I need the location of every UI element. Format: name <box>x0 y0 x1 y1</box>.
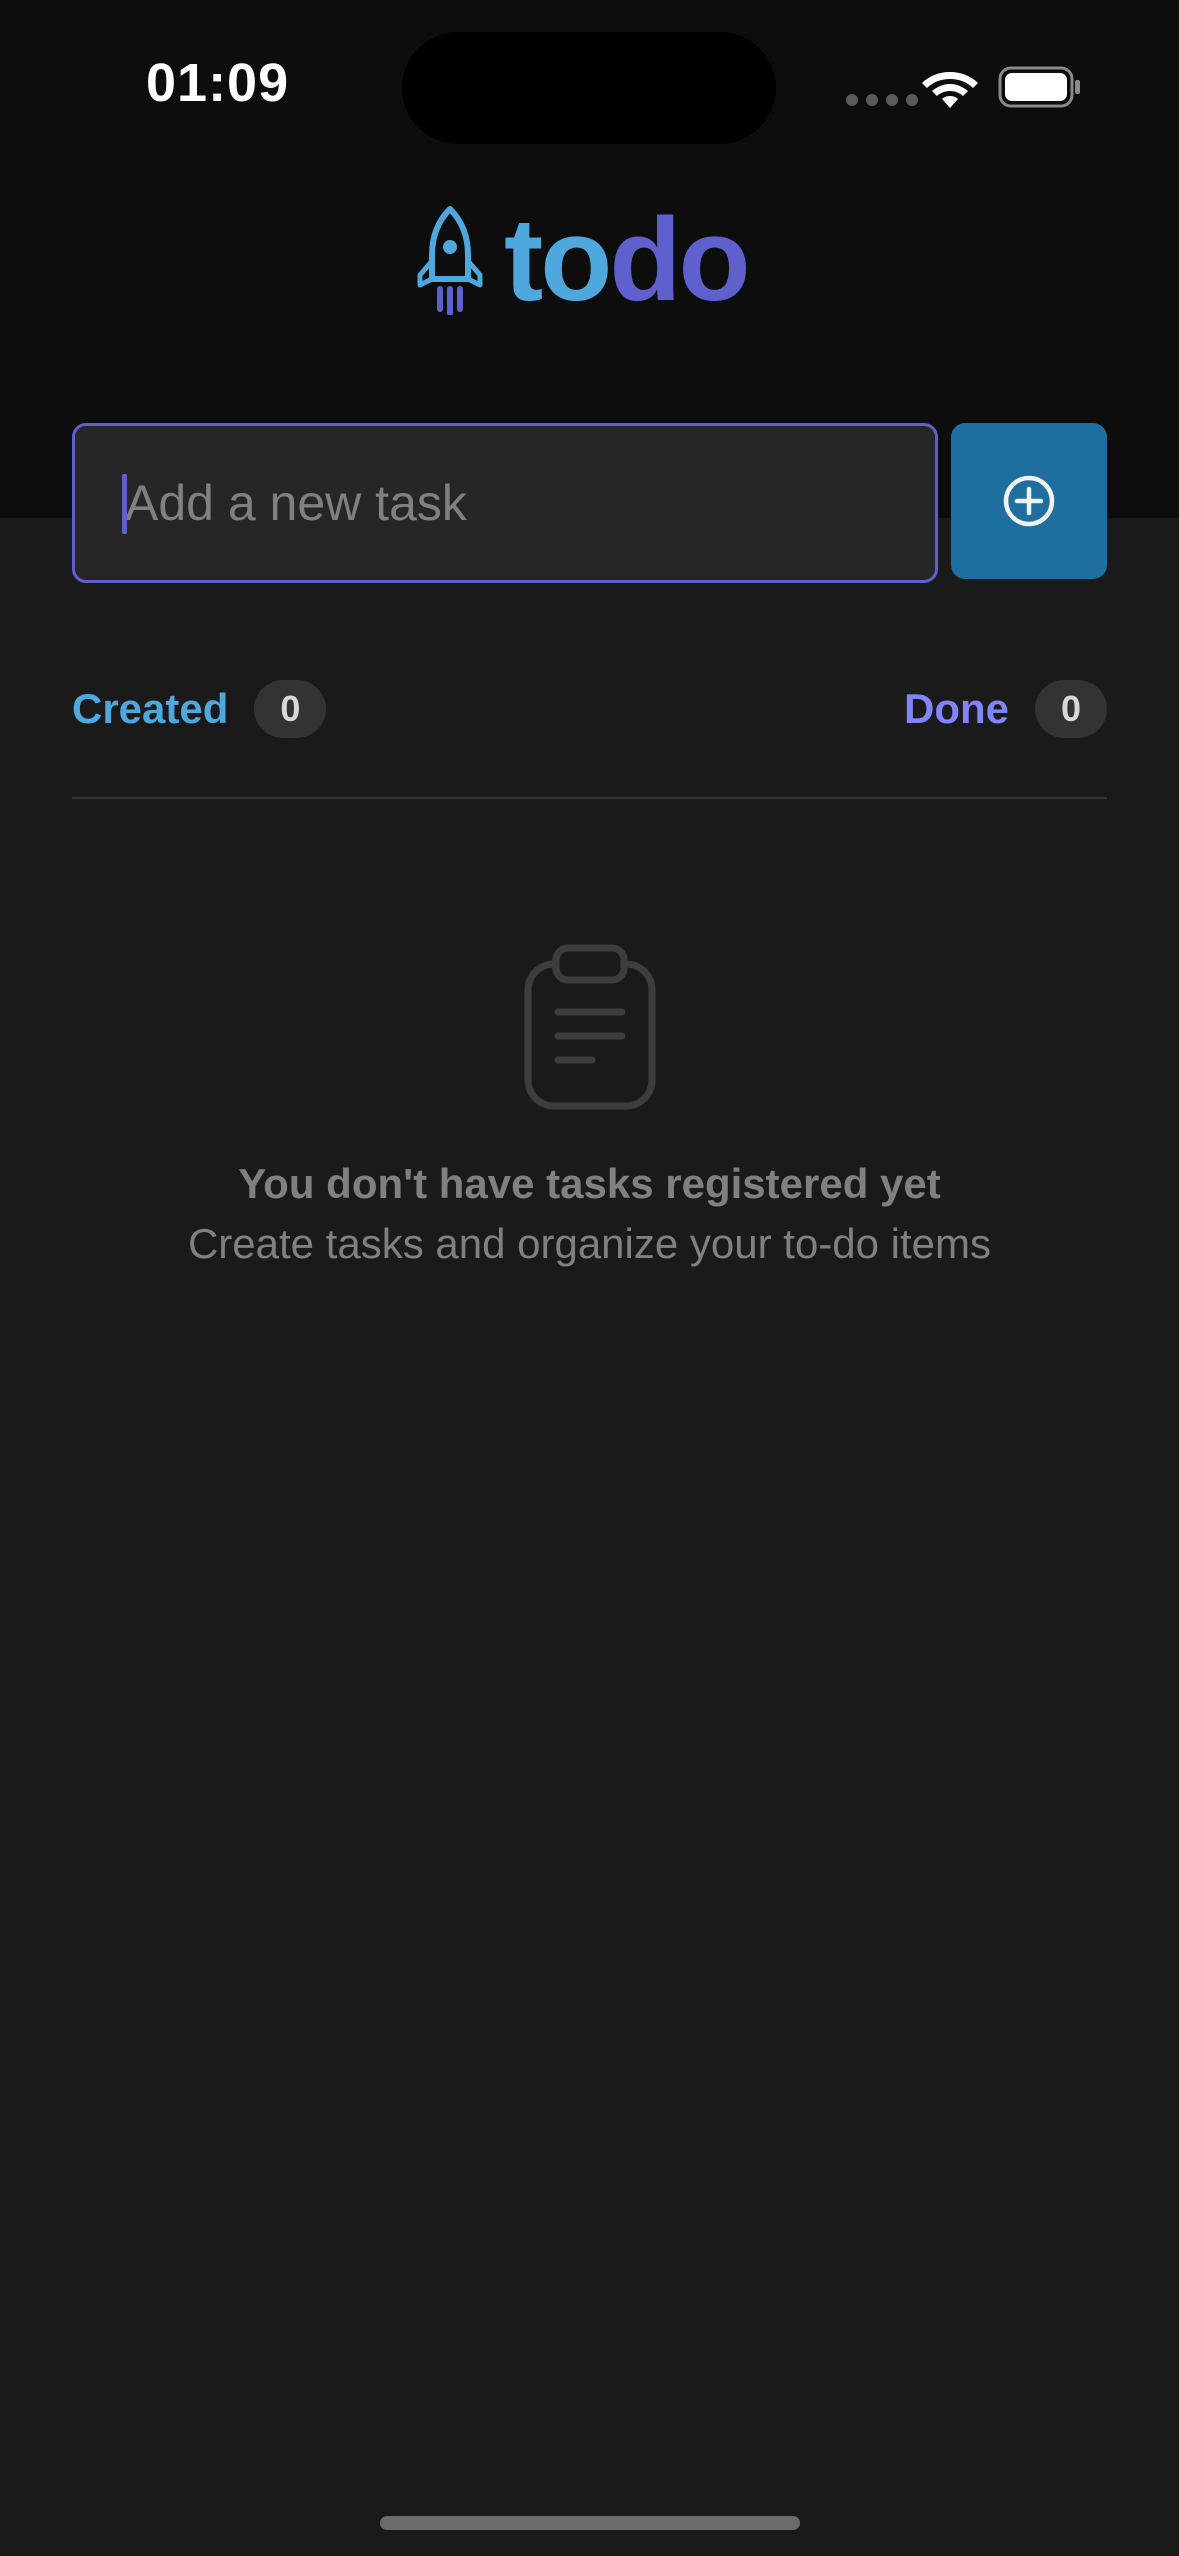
empty-state-title: You don't have tasks registered yet <box>238 1160 941 1207</box>
clipboard-icon <box>524 944 656 1110</box>
rocket-icon <box>417 206 483 315</box>
logo-text-to: to <box>504 194 612 326</box>
created-counter: Created 0 <box>72 678 327 740</box>
add-task-button[interactable] <box>951 423 1107 579</box>
logo-text: todo <box>504 201 751 319</box>
home-indicator[interactable] <box>380 2516 800 2530</box>
text-cursor <box>122 474 127 534</box>
app-logo: todo <box>414 200 751 320</box>
new-task-input[interactable] <box>72 423 938 583</box>
dynamic-island <box>402 32 776 144</box>
cellular-signal-icon <box>846 94 918 106</box>
battery-icon <box>998 66 1080 108</box>
status-time: 01:09 <box>146 53 290 113</box>
created-label: Created <box>72 685 229 732</box>
plus-circle-icon <box>1003 475 1055 527</box>
divider <box>72 797 1107 799</box>
created-count-badge: 0 <box>254 680 327 738</box>
empty-state-subtitle: Create tasks and organize your to-do ite… <box>187 1220 992 1267</box>
done-label: Done <box>904 685 1009 732</box>
done-count-badge: 0 <box>1035 680 1107 738</box>
logo-text-do: do <box>609 194 750 326</box>
wifi-icon <box>922 72 978 108</box>
done-counter: Done 0 <box>904 678 1107 740</box>
